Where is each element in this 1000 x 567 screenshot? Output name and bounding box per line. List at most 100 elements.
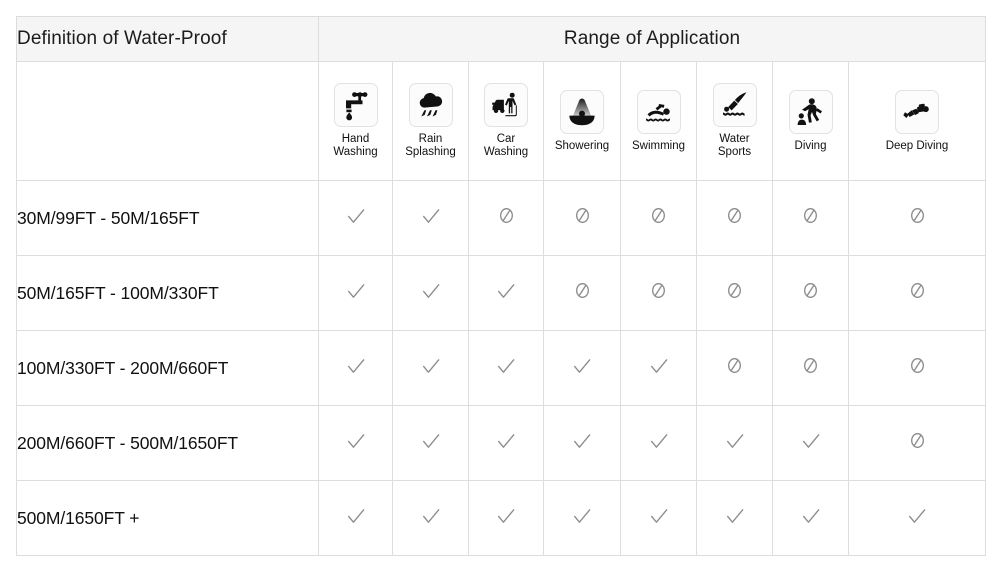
row-label-depth-range: 100M/330FT - 200M/660FT [16, 330, 319, 406]
cell-mark [620, 255, 697, 331]
cell-mark [543, 480, 621, 556]
check-mark-icon [345, 205, 367, 227]
column-label-deep-diving: Deep Diving [885, 139, 949, 152]
column-label-car-washing: Car Washing [483, 133, 529, 158]
cell-mark [772, 255, 849, 331]
check-mark-icon [724, 430, 746, 452]
check-mark-icon [420, 505, 442, 527]
faucet-icon [333, 83, 378, 127]
prohibited-icon [802, 282, 819, 299]
column-label-rain-splashing: Rain Splashing [405, 133, 456, 158]
cell-mark [392, 405, 469, 481]
waterproof-rating-chart: Definition of Water-Proof Range of Appli… [0, 0, 1000, 567]
prohibited-icon [726, 282, 743, 299]
column-header-rain-splashing: Rain Splashing [392, 61, 469, 181]
column-label-swimming: Swimming [631, 139, 686, 152]
cell-mark [847, 180, 987, 256]
cell-mark [468, 180, 544, 256]
rain-cloud-icon [408, 83, 453, 127]
cell-mark [318, 180, 393, 256]
cell-mark [696, 405, 773, 481]
prohibited-icon [909, 207, 926, 224]
check-mark-icon [420, 205, 442, 227]
cell-mark [772, 330, 849, 406]
shower-icon [560, 89, 604, 134]
definition-banner-title: Definition of Water-Proof [16, 16, 319, 62]
check-mark-icon [906, 505, 928, 527]
check-mark-icon [420, 430, 442, 452]
cell-mark [468, 405, 544, 481]
check-mark-icon [800, 505, 822, 527]
prohibited-icon [909, 357, 926, 374]
table-banner-row: Definition of Water-Proof Range of Appli… [16, 16, 987, 62]
row-label-depth-range: 500M/1650FT + [16, 480, 319, 556]
prohibited-icon [650, 282, 667, 299]
check-mark-icon [648, 430, 670, 452]
cell-mark [392, 330, 469, 406]
check-mark-icon [495, 280, 517, 302]
prohibited-icon [498, 207, 515, 224]
column-header-deep-diving: Deep Diving [847, 61, 987, 181]
prohibited-icon [574, 207, 591, 224]
cell-mark [772, 180, 849, 256]
cell-mark [620, 405, 697, 481]
table-icon-header-row: Hand Washing Rain Splashing Car Washing … [16, 61, 987, 181]
column-header-car-washing: Car Washing [468, 61, 544, 181]
check-mark-icon [345, 280, 367, 302]
cell-mark [772, 480, 849, 556]
column-header-showering: Showering [543, 61, 621, 181]
cell-mark [468, 255, 544, 331]
check-mark-icon [345, 430, 367, 452]
column-header-diving: Diving [772, 61, 849, 181]
deep-diving-icon [895, 89, 940, 134]
cell-mark [847, 480, 987, 556]
car-wash-icon [484, 83, 528, 127]
swimmer-icon [636, 89, 681, 134]
cell-mark [620, 180, 697, 256]
cell-mark [318, 405, 393, 481]
check-mark-icon [345, 505, 367, 527]
cell-mark [318, 330, 393, 406]
cell-mark [620, 330, 697, 406]
prohibited-icon [726, 357, 743, 374]
cell-mark [468, 330, 544, 406]
cell-mark [696, 180, 773, 256]
check-mark-icon [420, 280, 442, 302]
column-header-swimming: Swimming [620, 61, 697, 181]
row-label-depth-range: 50M/165FT - 100M/330FT [16, 255, 319, 331]
cell-mark [392, 255, 469, 331]
waterproof-table: Definition of Water-Proof Range of Appli… [16, 16, 987, 556]
column-label-diving: Diving [794, 139, 827, 152]
prohibited-icon [802, 207, 819, 224]
check-mark-icon [724, 505, 746, 527]
cell-mark [620, 480, 697, 556]
cell-mark [392, 180, 469, 256]
cell-mark [847, 405, 987, 481]
check-mark-icon [571, 430, 593, 452]
prohibited-icon [650, 207, 667, 224]
cell-mark [392, 480, 469, 556]
cell-mark [318, 255, 393, 331]
check-mark-icon [345, 355, 367, 377]
row-label-depth-range: 200M/660FT - 500M/1650FT [16, 405, 319, 481]
column-label-showering: Showering [554, 139, 610, 152]
prohibited-icon [574, 282, 591, 299]
cell-mark [468, 480, 544, 556]
check-mark-icon [648, 505, 670, 527]
range-banner-title: Range of Application [317, 16, 987, 62]
table-row: 500M/1650FT + [16, 480, 987, 556]
row-label-depth-range: 30M/99FT - 50M/165FT [16, 180, 319, 256]
prohibited-icon [909, 282, 926, 299]
cell-mark [847, 330, 987, 406]
prohibited-icon [726, 207, 743, 224]
cell-mark [543, 180, 621, 256]
cell-mark [696, 480, 773, 556]
table-row: 200M/660FT - 500M/1650FT [16, 405, 987, 481]
table-row: 30M/99FT - 50M/165FT [16, 180, 987, 256]
table-row: 100M/330FT - 200M/660FT [16, 330, 987, 406]
table-row: 50M/165FT - 100M/330FT [16, 255, 987, 331]
prohibited-icon [802, 357, 819, 374]
check-mark-icon [800, 430, 822, 452]
column-label-hand-washing: Hand Washing [333, 133, 378, 158]
check-mark-icon [571, 355, 593, 377]
